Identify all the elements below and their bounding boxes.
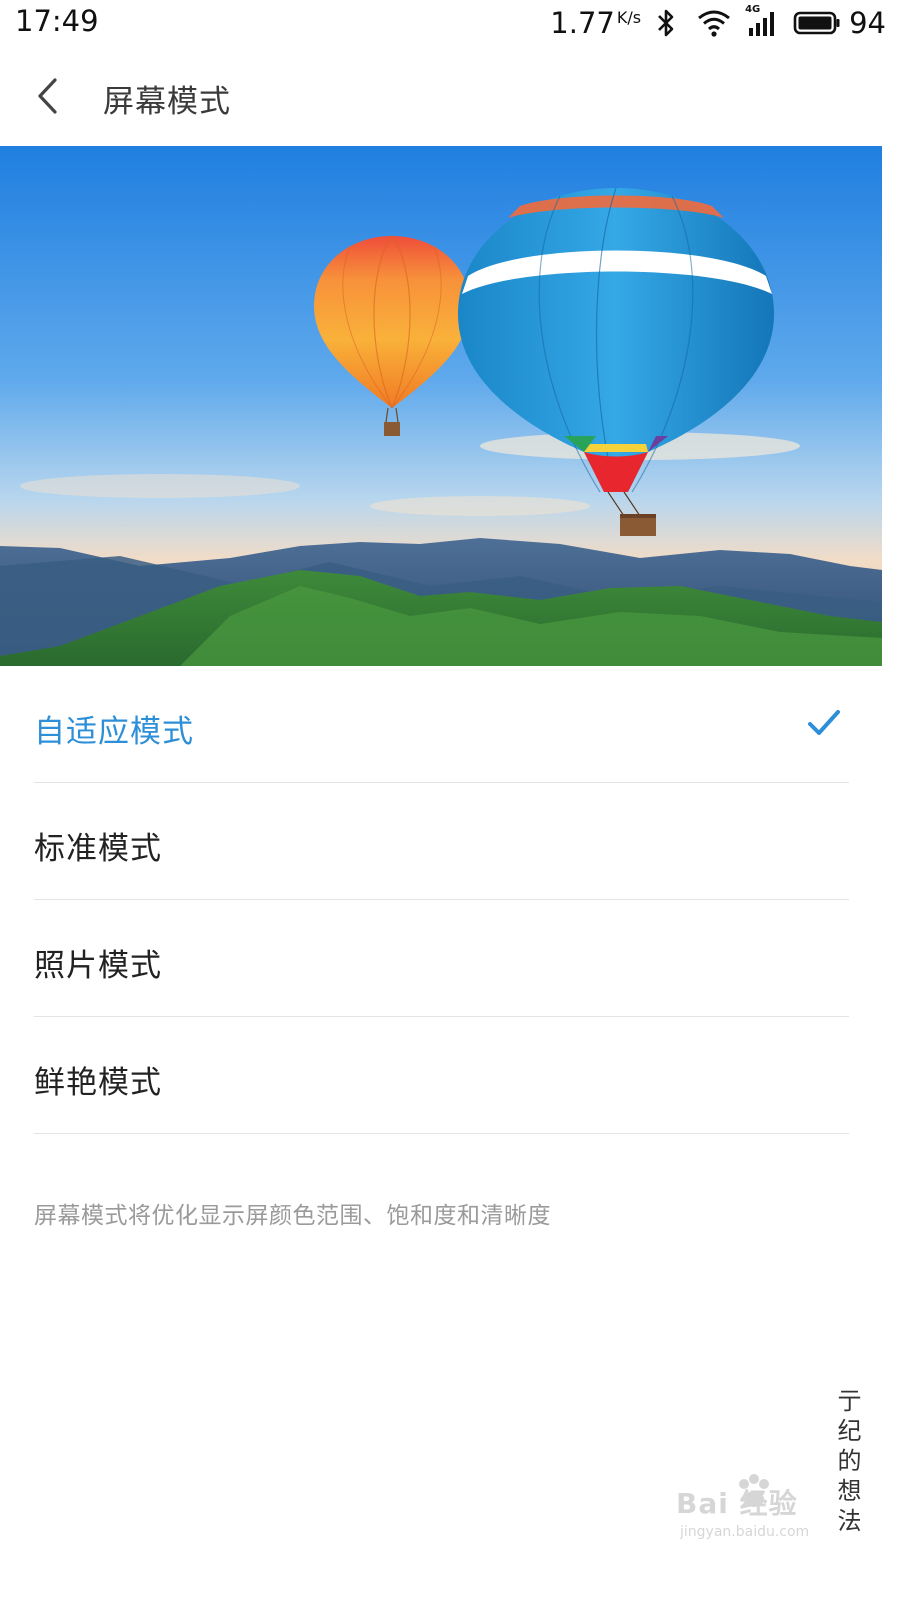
network-type: 4G bbox=[745, 4, 761, 15]
chevron-left-icon bbox=[38, 78, 57, 114]
status-indicators: 1.77 K/s 4G 94 bbox=[550, 4, 886, 42]
battery-level: 94 bbox=[849, 6, 886, 40]
page-title: 屏幕模式 bbox=[103, 84, 231, 120]
mode-label: 自适应模式 bbox=[34, 714, 194, 750]
baidu-watermark: Bai 经验 jingyan.baidu.com bbox=[676, 1472, 836, 1552]
status-time: 17:49 bbox=[15, 4, 99, 38]
paw-icon bbox=[739, 1474, 769, 1507]
mode-description: 屏幕模式将优化显示屏颜色范围、饱和度和清晰度 bbox=[34, 1203, 551, 1229]
mode-item-standard[interactable]: 标准模式 bbox=[34, 783, 849, 900]
network-speed: 1.77 bbox=[550, 6, 615, 40]
mode-item-photo[interactable]: 照片模式 bbox=[34, 900, 849, 1017]
status-bar: 17:49 1.77 K/s 4G 94 bbox=[0, 0, 900, 46]
wifi-icon bbox=[697, 9, 731, 37]
mode-label: 照片模式 bbox=[34, 948, 162, 984]
mode-item-vivid[interactable]: 鲜艳模式 bbox=[34, 1017, 849, 1134]
mode-list: 自适应模式 标准模式 照片模式 鲜艳模式 bbox=[34, 666, 849, 1134]
screen: 17:49 1.77 K/s 4G 94 屏幕模式 自适应模式 标准模式 照片模… bbox=[0, 0, 900, 1600]
check-icon bbox=[808, 710, 840, 735]
mode-label: 鲜艳模式 bbox=[34, 1065, 162, 1101]
bluetooth-icon bbox=[655, 8, 677, 38]
cellular-4g-icon: 4G bbox=[745, 4, 779, 38]
preview-image bbox=[0, 146, 882, 666]
mode-item-adaptive[interactable]: 自适应模式 bbox=[34, 666, 849, 783]
mode-label: 标准模式 bbox=[34, 831, 162, 867]
network-speed-unit: K/s bbox=[616, 7, 642, 27]
author-signature: 亍纪的想法 bbox=[833, 1388, 861, 1538]
watermark-url: jingyan.baidu.com bbox=[680, 1524, 810, 1540]
app-header: 屏幕模式 bbox=[0, 46, 900, 146]
battery-icon bbox=[793, 10, 841, 36]
back-button[interactable] bbox=[22, 68, 72, 124]
